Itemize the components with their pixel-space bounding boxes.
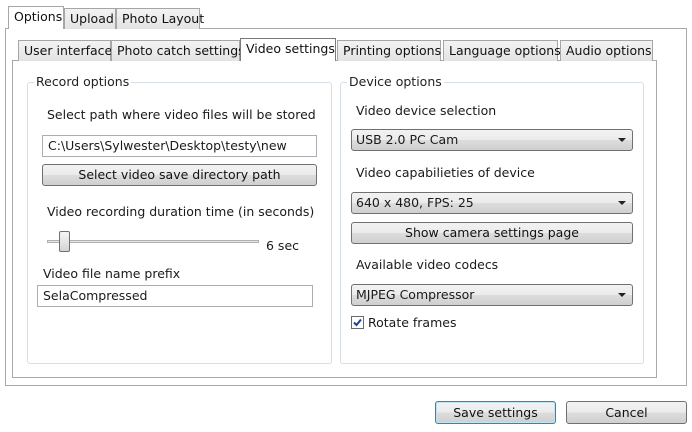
chevron-down-icon bbox=[618, 293, 626, 297]
tab-language-options[interactable]: Language options bbox=[443, 40, 561, 61]
capabilities-label: Video capabilieties of device bbox=[356, 165, 535, 180]
duration-slider-thumb[interactable] bbox=[59, 231, 70, 252]
video-codec-value: MJPEG Compressor bbox=[356, 287, 475, 302]
duration-label: Video recording duration time (in second… bbox=[47, 204, 315, 219]
prefix-input[interactable]: SelaCompressed bbox=[37, 285, 313, 307]
prefix-label: Video file name prefix bbox=[43, 266, 181, 281]
chevron-down-icon bbox=[618, 138, 626, 142]
video-codec-select[interactable]: MJPEG Compressor bbox=[351, 284, 633, 306]
path-label: Select path where video files will be st… bbox=[47, 107, 316, 122]
tab-audio-options[interactable]: Audio options bbox=[560, 40, 653, 61]
tab-options[interactable]: Options bbox=[8, 6, 64, 29]
tab-photo-catch-settings[interactable]: Photo catch settings bbox=[111, 40, 245, 61]
video-capabilities-value: 640 x 480, FPS: 25 bbox=[356, 195, 474, 210]
checkmark-icon bbox=[353, 318, 362, 327]
tab-user-interface[interactable]: User interface bbox=[18, 40, 112, 61]
video-device-select[interactable]: USB 2.0 PC Cam bbox=[351, 129, 633, 151]
record-options-group: Record options bbox=[27, 74, 332, 364]
tab-upload[interactable]: Upload bbox=[64, 8, 116, 29]
rotate-frames-label[interactable]: Rotate frames bbox=[368, 315, 456, 331]
device-selection-label: Video device selection bbox=[356, 103, 497, 118]
duration-value: 6 sec bbox=[266, 238, 300, 253]
tab-printing-options[interactable]: Printing options bbox=[337, 40, 441, 61]
camera-settings-button[interactable]: Show camera settings page bbox=[351, 222, 633, 244]
chevron-down-icon bbox=[618, 201, 626, 205]
save-settings-button[interactable]: Save settings bbox=[435, 401, 556, 424]
record-options-title: Record options bbox=[34, 74, 132, 90]
rotate-frames-checkbox[interactable] bbox=[351, 316, 364, 329]
device-options-title: Device options bbox=[347, 74, 444, 90]
video-path-input[interactable]: C:\Users\Sylwester\Desktop\testy\new bbox=[42, 135, 317, 157]
cancel-button[interactable]: Cancel bbox=[566, 401, 687, 424]
tab-photo-layout[interactable]: Photo Layout bbox=[116, 8, 204, 29]
duration-slider-track[interactable] bbox=[47, 240, 259, 243]
tab-video-settings[interactable]: Video settings bbox=[240, 38, 336, 61]
video-device-value: USB 2.0 PC Cam bbox=[356, 132, 459, 147]
codecs-label: Available video codecs bbox=[356, 257, 499, 272]
select-directory-button[interactable]: Select video save directory path bbox=[42, 164, 317, 186]
video-capabilities-select[interactable]: 640 x 480, FPS: 25 bbox=[351, 192, 633, 214]
